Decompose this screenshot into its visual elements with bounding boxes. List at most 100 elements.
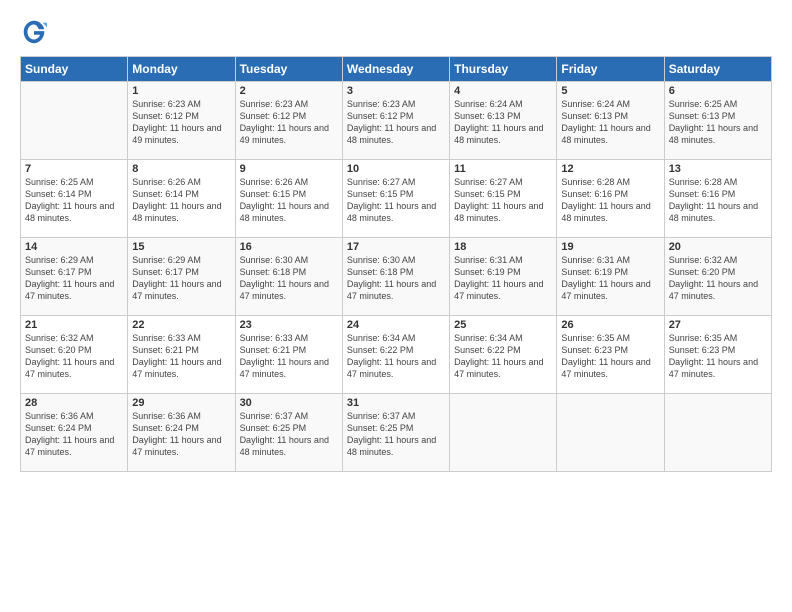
day-number: 17 — [347, 241, 445, 253]
day-number: 11 — [454, 163, 552, 175]
day-content: Sunrise: 6:23 AM Sunset: 6:12 PM Dayligh… — [132, 98, 230, 147]
calendar-cell: 13Sunrise: 6:28 AM Sunset: 6:16 PM Dayli… — [664, 160, 771, 238]
day-number: 12 — [561, 163, 659, 175]
day-number: 27 — [669, 319, 767, 331]
day-number: 18 — [454, 241, 552, 253]
day-number: 19 — [561, 241, 659, 253]
header-wednesday: Wednesday — [342, 57, 449, 82]
day-content: Sunrise: 6:28 AM Sunset: 6:16 PM Dayligh… — [561, 176, 659, 225]
calendar-week-5: 28 Sunrise: 6:36 AM Sunset: 6:24 PM Dayli… — [21, 394, 772, 472]
calendar-cell: 16Sunrise: 6:30 AM Sunset: 6:18 PM Dayli… — [235, 238, 342, 316]
day-number: 21 — [25, 319, 123, 331]
day-number: 25 — [454, 319, 552, 331]
header-sunday: Sunday — [21, 57, 128, 82]
logo-icon — [20, 18, 48, 46]
day-number: 13 — [669, 163, 767, 175]
calendar-cell: 31Sunrise: 6:37 AM Sunset: 6:25 PM Dayli… — [342, 394, 449, 472]
calendar-cell: 29Sunrise: 6:36 AM Sunset: 6:24 PM Dayli… — [128, 394, 235, 472]
day-number: 2 — [240, 85, 338, 97]
page-header — [20, 18, 772, 46]
day-number: 4 — [454, 85, 552, 97]
day-number: 29 — [132, 397, 230, 409]
day-content: Sunrise: 6:28 AM Sunset: 6:16 PM Dayligh… — [669, 176, 767, 225]
calendar-cell: 6Sunrise: 6:25 AM Sunset: 6:13 PM Daylig… — [664, 82, 771, 160]
day-number: 8 — [132, 163, 230, 175]
day-number: 3 — [347, 85, 445, 97]
day-content: Sunrise: 6:35 AM Sunset: 6:23 PM Dayligh… — [561, 332, 659, 381]
day-number: 9 — [240, 163, 338, 175]
calendar-cell: 22Sunrise: 6:33 AM Sunset: 6:21 PM Dayli… — [128, 316, 235, 394]
calendar-cell: 26Sunrise: 6:35 AM Sunset: 6:23 PM Dayli… — [557, 316, 664, 394]
day-content: Sunrise: 6:27 AM Sunset: 6:15 PM Dayligh… — [454, 176, 552, 225]
day-content: Sunrise: 6:25 AM Sunset: 6:13 PM Dayligh… — [669, 98, 767, 147]
day-content: Sunrise: 6:26 AM Sunset: 6:15 PM Dayligh… — [240, 176, 338, 225]
calendar-cell: 9Sunrise: 6:26 AM Sunset: 6:15 PM Daylig… — [235, 160, 342, 238]
calendar-week-3: 14Sunrise: 6:29 AM Sunset: 6:17 PM Dayli… — [21, 238, 772, 316]
day-content: Sunrise: 6:37 AM Sunset: 6:25 PM Dayligh… — [240, 410, 338, 459]
calendar-cell: 19Sunrise: 6:31 AM Sunset: 6:19 PM Dayli… — [557, 238, 664, 316]
day-number: 23 — [240, 319, 338, 331]
day-content: Sunrise: 6:35 AM Sunset: 6:23 PM Dayligh… — [669, 332, 767, 381]
calendar-cell: 4Sunrise: 6:24 AM Sunset: 6:13 PM Daylig… — [450, 82, 557, 160]
calendar-page: SundayMondayTuesdayWednesdayThursdayFrid… — [0, 0, 792, 612]
calendar-cell: 7Sunrise: 6:25 AM Sunset: 6:14 PM Daylig… — [21, 160, 128, 238]
day-content: Sunrise: 6:32 AM Sunset: 6:20 PM Dayligh… — [25, 332, 123, 381]
calendar-table: SundayMondayTuesdayWednesdayThursdayFrid… — [20, 56, 772, 472]
calendar-cell: 20Sunrise: 6:32 AM Sunset: 6:20 PM Dayli… — [664, 238, 771, 316]
header-saturday: Saturday — [664, 57, 771, 82]
header-thursday: Thursday — [450, 57, 557, 82]
calendar-cell: 17Sunrise: 6:30 AM Sunset: 6:18 PM Dayli… — [342, 238, 449, 316]
day-number: 28 — [25, 397, 123, 409]
day-content: Sunrise: 6:30 AM Sunset: 6:18 PM Dayligh… — [240, 254, 338, 303]
calendar-cell: 2Sunrise: 6:23 AM Sunset: 6:12 PM Daylig… — [235, 82, 342, 160]
day-content: Sunrise: 6:27 AM Sunset: 6:15 PM Dayligh… — [347, 176, 445, 225]
day-content: Sunrise: 6:33 AM Sunset: 6:21 PM Dayligh… — [240, 332, 338, 381]
day-content: Sunrise: 6:23 AM Sunset: 6:12 PM Dayligh… — [347, 98, 445, 147]
header-tuesday: Tuesday — [235, 57, 342, 82]
day-content: Sunrise: 6:30 AM Sunset: 6:18 PM Dayligh… — [347, 254, 445, 303]
calendar-cell: 1Sunrise: 6:23 AM Sunset: 6:12 PM Daylig… — [128, 82, 235, 160]
calendar-cell — [557, 394, 664, 472]
calendar-cell: 12Sunrise: 6:28 AM Sunset: 6:16 PM Dayli… — [557, 160, 664, 238]
calendar-week-4: 21Sunrise: 6:32 AM Sunset: 6:20 PM Dayli… — [21, 316, 772, 394]
day-number: 22 — [132, 319, 230, 331]
day-number: 10 — [347, 163, 445, 175]
day-content: Sunrise: 6:23 AM Sunset: 6:12 PM Dayligh… — [240, 98, 338, 147]
calendar-cell: 8Sunrise: 6:26 AM Sunset: 6:14 PM Daylig… — [128, 160, 235, 238]
day-content: Sunrise: 6:34 AM Sunset: 6:22 PM Dayligh… — [347, 332, 445, 381]
calendar-cell — [21, 82, 128, 160]
day-content: Sunrise: 6:33 AM Sunset: 6:21 PM Dayligh… — [132, 332, 230, 381]
day-content: Sunrise: 6:29 AM Sunset: 6:17 PM Dayligh… — [132, 254, 230, 303]
calendar-cell: 23Sunrise: 6:33 AM Sunset: 6:21 PM Dayli… — [235, 316, 342, 394]
logo — [20, 18, 52, 46]
calendar-cell: 30Sunrise: 6:37 AM Sunset: 6:25 PM Dayli… — [235, 394, 342, 472]
day-content: Sunrise: 6:29 AM Sunset: 6:17 PM Dayligh… — [25, 254, 123, 303]
header-row: SundayMondayTuesdayWednesdayThursdayFrid… — [21, 57, 772, 82]
calendar-cell: 10Sunrise: 6:27 AM Sunset: 6:15 PM Dayli… — [342, 160, 449, 238]
day-number: 24 — [347, 319, 445, 331]
calendar-cell: 14Sunrise: 6:29 AM Sunset: 6:17 PM Dayli… — [21, 238, 128, 316]
calendar-cell: 18Sunrise: 6:31 AM Sunset: 6:19 PM Dayli… — [450, 238, 557, 316]
day-number: 26 — [561, 319, 659, 331]
calendar-cell: 25Sunrise: 6:34 AM Sunset: 6:22 PM Dayli… — [450, 316, 557, 394]
header-monday: Monday — [128, 57, 235, 82]
day-content: Sunrise: 6:36 AM Sunset: 6:24 PM Dayligh… — [132, 410, 230, 459]
day-content: Sunrise: 6:32 AM Sunset: 6:20 PM Dayligh… — [669, 254, 767, 303]
calendar-cell: 3Sunrise: 6:23 AM Sunset: 6:12 PM Daylig… — [342, 82, 449, 160]
day-content: Sunrise: 6:24 AM Sunset: 6:13 PM Dayligh… — [454, 98, 552, 147]
day-number: 31 — [347, 397, 445, 409]
calendar-cell: 5Sunrise: 6:24 AM Sunset: 6:13 PM Daylig… — [557, 82, 664, 160]
day-content: Sunrise: 6:31 AM Sunset: 6:19 PM Dayligh… — [561, 254, 659, 303]
calendar-cell: 21Sunrise: 6:32 AM Sunset: 6:20 PM Dayli… — [21, 316, 128, 394]
day-content: Sunrise: 6:31 AM Sunset: 6:19 PM Dayligh… — [454, 254, 552, 303]
header-friday: Friday — [557, 57, 664, 82]
calendar-cell — [450, 394, 557, 472]
day-content: Sunrise: 6:24 AM Sunset: 6:13 PM Dayligh… — [561, 98, 659, 147]
calendar-cell: 15Sunrise: 6:29 AM Sunset: 6:17 PM Dayli… — [128, 238, 235, 316]
day-number: 16 — [240, 241, 338, 253]
day-number: 7 — [25, 163, 123, 175]
day-content: Sunrise: 6:34 AM Sunset: 6:22 PM Dayligh… — [454, 332, 552, 381]
calendar-week-2: 7Sunrise: 6:25 AM Sunset: 6:14 PM Daylig… — [21, 160, 772, 238]
day-content: Sunrise: 6:37 AM Sunset: 6:25 PM Dayligh… — [347, 410, 445, 459]
day-number: 15 — [132, 241, 230, 253]
